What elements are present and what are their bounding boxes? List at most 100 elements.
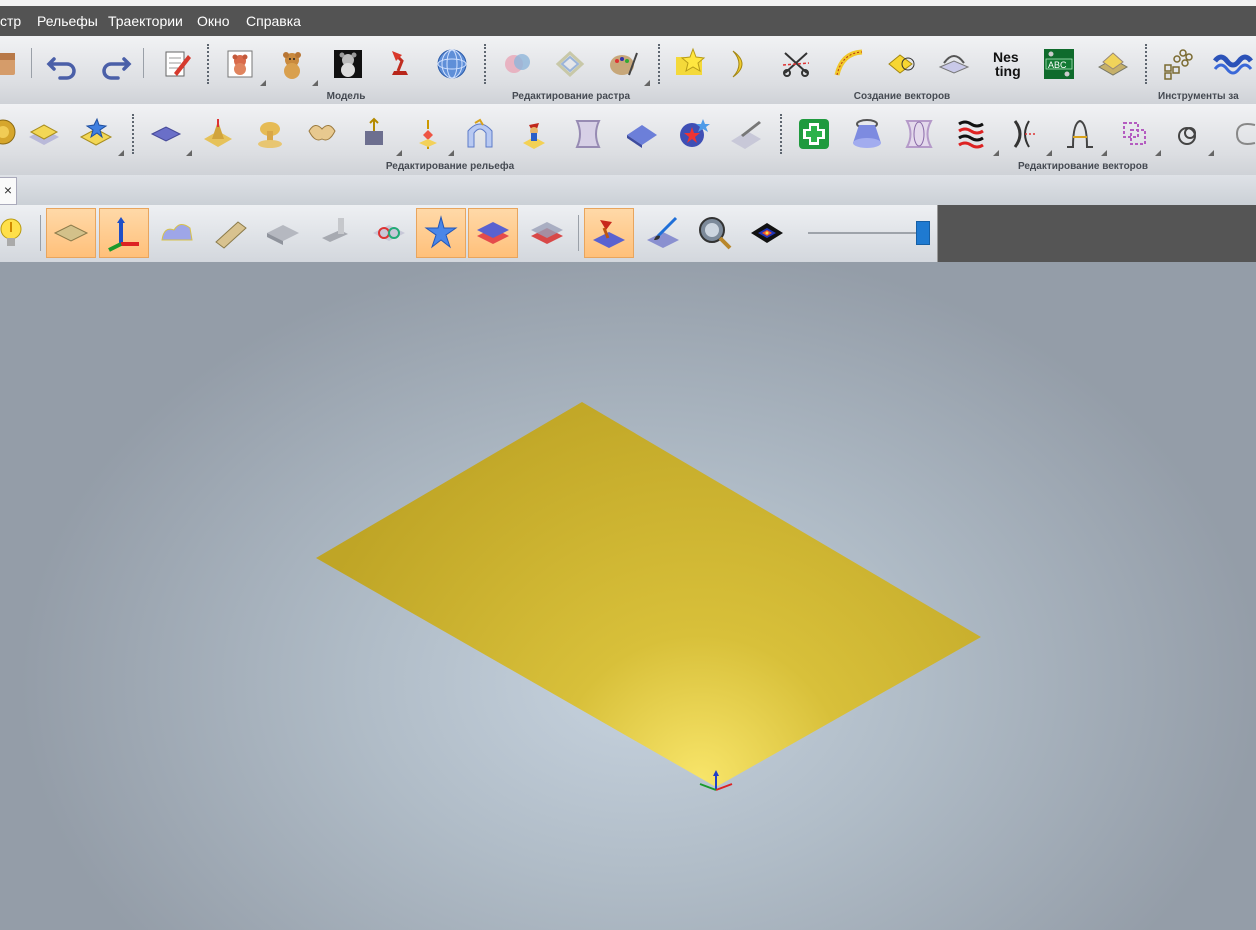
- wrap-vector-button[interactable]: [934, 44, 974, 84]
- model-photo-relief-button[interactable]: [220, 44, 260, 84]
- axes-view-button[interactable]: [99, 208, 149, 258]
- relief-shaded-button[interactable]: [152, 208, 202, 258]
- model-bear-button[interactable]: [272, 44, 312, 84]
- group-vector-button[interactable]: [1115, 114, 1155, 154]
- file-icon-button[interactable]: [0, 44, 28, 84]
- dropdown-caret[interactable]: [1208, 150, 1214, 156]
- smooth-relief-button[interactable]: [302, 114, 342, 154]
- cut-vectors-button[interactable]: [776, 44, 816, 84]
- relief-tool-button[interactable]: [0, 112, 26, 152]
- dropdown-caret[interactable]: [448, 150, 454, 156]
- material-view-button[interactable]: [206, 208, 256, 258]
- lighting-button[interactable]: [0, 208, 36, 258]
- raise-relief-button[interactable]: [198, 114, 238, 154]
- 3d-viewport[interactable]: [0, 262, 1256, 930]
- nesting-text-icon: Nesting: [993, 49, 1021, 79]
- menu-window[interactable]: Окно: [197, 6, 230, 36]
- star-relief-view-button[interactable]: [416, 208, 466, 258]
- crescent-icon: [732, 50, 743, 78]
- dropdown-caret[interactable]: [396, 150, 402, 156]
- menu-help[interactable]: Справка: [246, 6, 301, 36]
- heightmap-view-button[interactable]: [742, 208, 792, 258]
- nesting-button[interactable]: Nes ting: [987, 44, 1027, 84]
- transparency-slider-track[interactable]: [808, 232, 928, 234]
- text-layout-button[interactable]: ABC: [1039, 44, 1079, 84]
- cut-relief-button[interactable]: [726, 114, 766, 154]
- raster-outline-button[interactable]: [550, 44, 590, 84]
- plane-view-button[interactable]: [46, 208, 96, 258]
- round-relief-button[interactable]: [250, 114, 290, 154]
- dropdown-caret[interactable]: [644, 80, 650, 86]
- vector-view-button[interactable]: [364, 208, 414, 258]
- create-arc-button[interactable]: [722, 44, 762, 84]
- curve-vector-button[interactable]: [829, 44, 869, 84]
- dropdown-caret[interactable]: [260, 80, 266, 86]
- raster-shapes-icon: [505, 54, 530, 73]
- transparency-slider-thumb[interactable]: [916, 221, 930, 245]
- relief-plate[interactable]: [316, 402, 981, 787]
- menu-toolpaths[interactable]: Траектории: [108, 6, 183, 36]
- svg-text:ABC: ABC: [1048, 60, 1067, 70]
- wrap-book-icon: [938, 55, 970, 74]
- warp-frame-icon: [575, 120, 601, 148]
- menu-reliefs[interactable]: Рельефы: [37, 6, 98, 36]
- star-relief-edit-button[interactable]: [674, 114, 714, 154]
- smooth-vector-button[interactable]: [1060, 114, 1100, 154]
- zoom-view-button[interactable]: [690, 208, 740, 258]
- join-vector-button[interactable]: [1006, 114, 1046, 154]
- add-vector-button[interactable]: [794, 114, 834, 154]
- star-relief-button[interactable]: [76, 112, 116, 152]
- offset-relief-button[interactable]: [408, 114, 448, 154]
- tab-close-icon[interactable]: ×: [0, 177, 17, 205]
- undo-button[interactable]: [42, 44, 82, 84]
- bevel-vector-button[interactable]: [847, 114, 887, 154]
- layer-stack-view-button[interactable]: [468, 208, 518, 258]
- sculpt-relief-button[interactable]: [514, 114, 554, 154]
- height-relief-button[interactable]: [354, 114, 394, 154]
- dropdown-caret[interactable]: [1101, 150, 1107, 156]
- array-tool-button[interactable]: [1158, 44, 1198, 84]
- curve-path-icon: [834, 49, 863, 76]
- group-label-relief-editing: Редактирование рельефа: [385, 161, 515, 172]
- plate-relief-button[interactable]: [24, 112, 64, 152]
- grayscale-model-button[interactable]: [328, 44, 368, 84]
- cloud-relief-icon: [161, 224, 193, 241]
- dropdown-caret[interactable]: [993, 150, 999, 156]
- red-layer-view-button[interactable]: [522, 208, 572, 258]
- merge-relief-button[interactable]: [622, 114, 662, 154]
- blue-plane-icon: [627, 125, 657, 148]
- dropdown-caret[interactable]: [1155, 150, 1161, 156]
- lamp-relief-view-button[interactable]: [584, 208, 634, 258]
- block-view-button[interactable]: [258, 208, 308, 258]
- emboss-vector-button[interactable]: [1093, 44, 1133, 84]
- dropdown-caret[interactable]: [1046, 150, 1052, 156]
- dropdown-caret[interactable]: [312, 80, 318, 86]
- bend-relief-button[interactable]: [460, 114, 500, 154]
- raster-paint-button[interactable]: [604, 44, 644, 84]
- dropdown-caret[interactable]: [118, 150, 124, 156]
- warp-relief-button[interactable]: [568, 114, 608, 154]
- desk-lamp-icon: [392, 51, 408, 75]
- lamp-model-button[interactable]: [381, 44, 421, 84]
- dropdown-caret[interactable]: [186, 150, 192, 156]
- notes-button[interactable]: [157, 44, 197, 84]
- mirror-vector-button[interactable]: [899, 114, 939, 154]
- mesh-model-button[interactable]: [432, 44, 472, 84]
- zero-plane-button[interactable]: [146, 114, 186, 154]
- raster-fill-button[interactable]: [498, 44, 538, 84]
- wave-vector-button[interactable]: [952, 114, 992, 154]
- tool-view-button[interactable]: [310, 208, 360, 258]
- bar-material-icon: [215, 221, 247, 249]
- scissors-vector-icon: [782, 52, 810, 77]
- spike-relief-icon: [204, 119, 232, 147]
- redo-button[interactable]: [96, 44, 136, 84]
- offset-vector-button[interactable]: [881, 44, 921, 84]
- create-star-vector-button[interactable]: [670, 44, 710, 84]
- chain-wave-icon: [1213, 54, 1253, 75]
- grayscale-bear-icon: [334, 50, 362, 78]
- arc-vector-button[interactable]: [1224, 114, 1256, 154]
- menu-raster[interactable]: стр: [0, 6, 21, 36]
- node-vector-button[interactable]: [1168, 114, 1208, 154]
- chain-tool-button[interactable]: [1210, 44, 1253, 84]
- paint-view-button[interactable]: [638, 208, 688, 258]
